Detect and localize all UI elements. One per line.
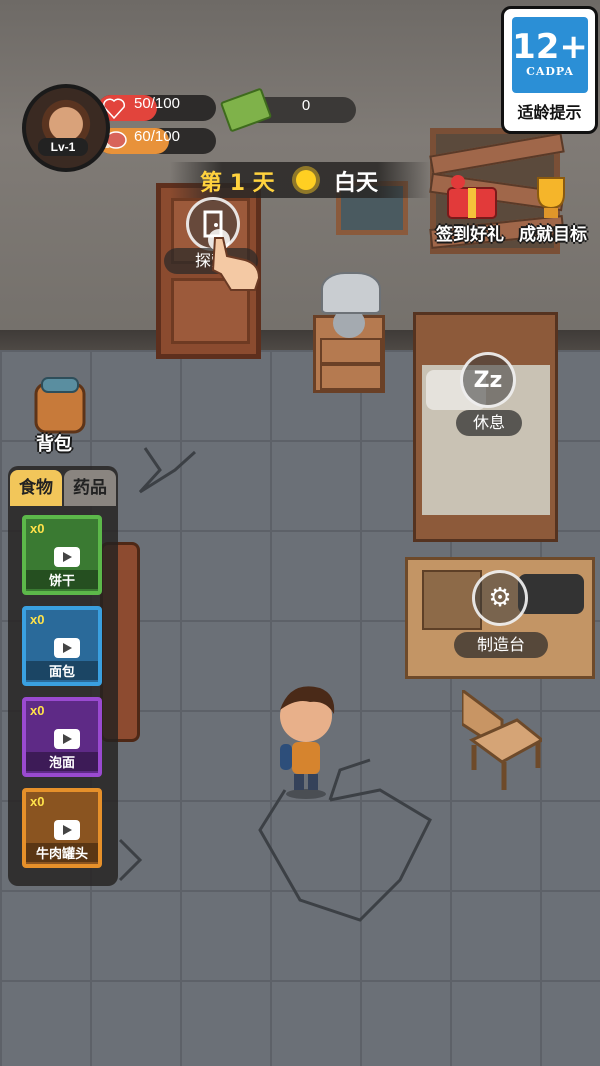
tab-food[interactable]: 食物 bbox=[10, 470, 62, 506]
day-counter: 第 1 天 bbox=[200, 165, 275, 197]
achievements-label[interactable]: 成就目标 bbox=[519, 220, 587, 245]
age-rating-box: 12+ CADPA bbox=[512, 17, 588, 93]
backpack-label[interactable]: 背包 bbox=[36, 430, 72, 456]
video-icon bbox=[54, 638, 80, 658]
tab-medicine[interactable]: 药品 bbox=[64, 470, 116, 506]
player-character[interactable] bbox=[270, 680, 342, 800]
tutorial-pointer-icon bbox=[208, 229, 261, 291]
age-rating-badge: 12+ CADPA 适龄提示 bbox=[501, 6, 598, 134]
player-avatar[interactable] bbox=[22, 84, 110, 172]
sleep-icon: Zz bbox=[473, 367, 503, 393]
backpack-icon[interactable] bbox=[26, 374, 94, 434]
inventory-slot-noodles[interactable]: x0 泡面 bbox=[22, 697, 102, 777]
player-level: Lv-1 bbox=[38, 138, 88, 156]
sun-icon bbox=[296, 170, 316, 190]
craft-button[interactable]: ⚙ bbox=[472, 570, 528, 626]
item-name: 面包 bbox=[26, 661, 98, 680]
signin-label[interactable]: 签到好礼 bbox=[436, 220, 504, 245]
video-icon bbox=[54, 547, 80, 567]
day-unit: 天 bbox=[252, 171, 275, 196]
age-rating-number: 12+ bbox=[512, 27, 588, 67]
rest-button[interactable]: Zz bbox=[460, 352, 516, 408]
craft-label: 制造台 bbox=[454, 632, 548, 658]
age-rating-label: 适龄提示 bbox=[517, 103, 582, 122]
rest-label: 休息 bbox=[456, 410, 522, 436]
day-number: 1 bbox=[229, 171, 245, 196]
item-count: x0 bbox=[30, 794, 45, 809]
item-count: x0 bbox=[30, 521, 45, 536]
lamp-icon bbox=[321, 272, 381, 314]
chair bbox=[462, 690, 542, 790]
video-icon bbox=[54, 820, 80, 840]
item-name: 牛肉罐头 bbox=[26, 843, 98, 862]
inventory-slot-biscuit[interactable]: x0 饼干 bbox=[22, 515, 102, 595]
item-count: x0 bbox=[30, 703, 45, 718]
inventory-slot-canned-beef[interactable]: x0 牛肉罐头 bbox=[22, 788, 102, 868]
day-prefix: 第 bbox=[200, 171, 223, 196]
gift-icon[interactable] bbox=[444, 174, 500, 220]
item-name: 泡面 bbox=[26, 752, 98, 771]
time-of-day: 白天 bbox=[334, 171, 379, 196]
item-count: x0 bbox=[30, 612, 45, 627]
trophy-icon[interactable] bbox=[526, 174, 576, 220]
video-icon bbox=[54, 729, 80, 749]
item-name: 饼干 bbox=[26, 570, 98, 589]
inventory-slot-bread[interactable]: x0 面包 bbox=[22, 606, 102, 686]
gear-icon: ⚙ bbox=[488, 583, 512, 613]
